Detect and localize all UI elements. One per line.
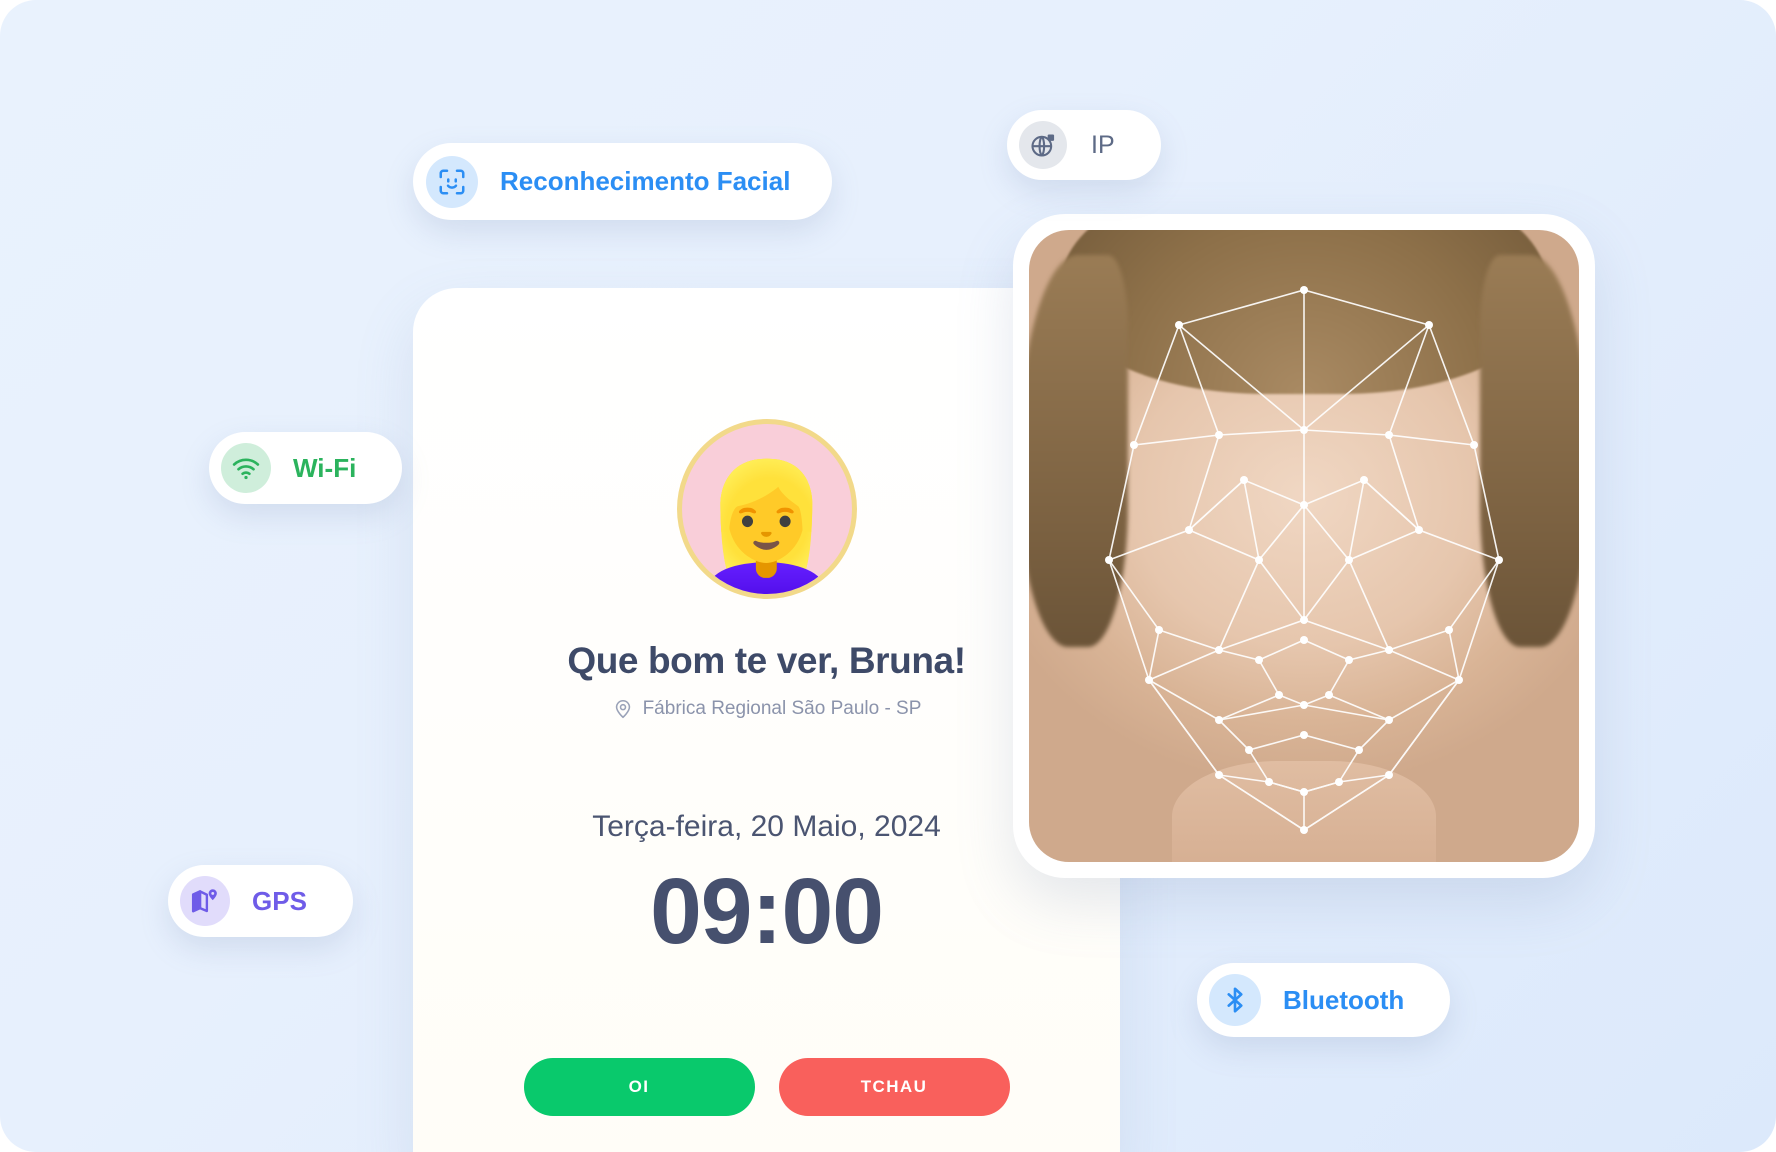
wifi-icon	[221, 443, 271, 493]
action-button-row: OI TCHAU	[413, 1058, 1120, 1116]
status-pill-label: Reconhecimento Facial	[500, 166, 791, 196]
avatar: 👱‍♀️	[676, 419, 857, 599]
status-pill-face-recognition[interactable]: Reconhecimento Facial	[413, 143, 833, 220]
check-in-button[interactable]: OI	[523, 1058, 755, 1116]
status-pill-label: IP	[1091, 130, 1115, 159]
time-display: 09:00	[650, 859, 884, 963]
status-pill-gps[interactable]: GPS	[168, 865, 353, 937]
status-pill-wifi[interactable]: Wi-Fi	[209, 432, 403, 504]
memoji-avatar: 👱‍♀️	[688, 457, 845, 597]
face-id-icon	[426, 155, 478, 208]
status-pill-label: Wi-Fi	[293, 452, 357, 483]
map-pin-icon	[180, 876, 230, 926]
location-label: Fábrica Regional São Paulo - SP	[642, 698, 922, 719]
face-scan-panel	[1013, 214, 1595, 878]
face-photo	[1029, 230, 1579, 862]
status-pill-ip[interactable]: IP	[1007, 110, 1161, 180]
face-mesh-overlay	[1105, 286, 1503, 834]
status-pill-label: Bluetooth	[1283, 984, 1405, 1015]
globe-icon	[1019, 121, 1067, 169]
status-pill-bluetooth[interactable]: Bluetooth	[1197, 963, 1451, 1037]
location-pin-icon	[612, 698, 634, 720]
bluetooth-icon	[1209, 974, 1261, 1026]
status-pill-label: GPS	[252, 885, 307, 916]
app-background: 👱‍♀️ Que bom te ver, Bruna! Fábrica Regi…	[0, 0, 1776, 1152]
check-out-button[interactable]: TCHAU	[778, 1058, 1010, 1116]
